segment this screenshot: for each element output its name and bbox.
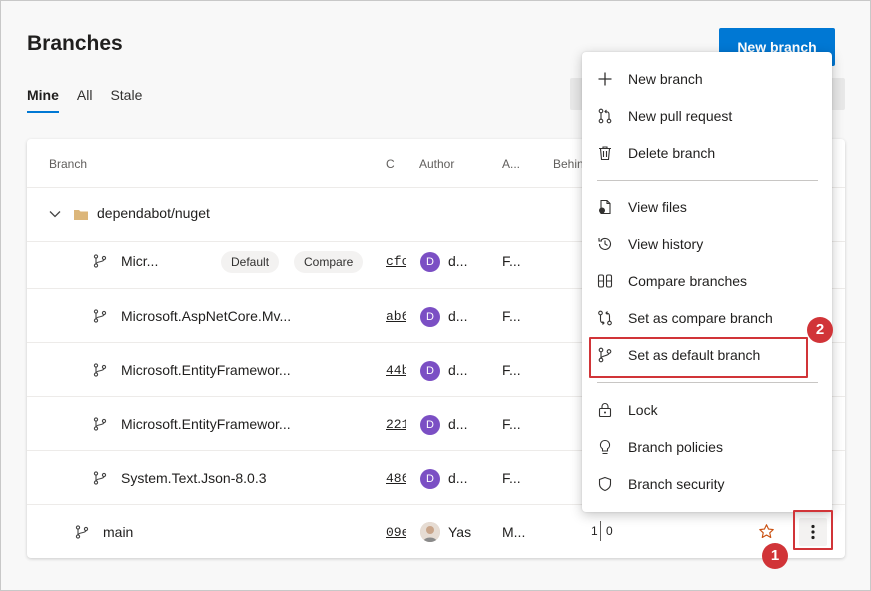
- branch-icon: [598, 347, 612, 363]
- author-name: d...: [448, 362, 468, 378]
- commit-link[interactable]: 44b: [386, 363, 406, 378]
- branch-name[interactable]: Microsoft.AspNetCore.Mv...: [121, 308, 291, 324]
- author-name: d...: [448, 308, 468, 324]
- more-vertical-icon: [811, 524, 815, 540]
- menu-item-view-files[interactable]: View files: [582, 189, 832, 225]
- commit-link[interactable]: 09e: [386, 525, 406, 540]
- ahead-count: 0: [606, 524, 613, 538]
- tab-stale[interactable]: Stale: [110, 87, 142, 113]
- authored-date: F...: [502, 470, 521, 486]
- branch-icon: [93, 471, 107, 485]
- menu-item-label: Branch policies: [628, 439, 723, 455]
- folder-name: dependabot/nuget: [97, 205, 210, 221]
- menu-item-label: Compare branches: [628, 273, 748, 289]
- behind-count: 1: [591, 524, 598, 538]
- menu-item-label: Lock: [628, 402, 658, 418]
- menu-item-label: View files: [628, 199, 687, 215]
- behind-ahead-divider: [600, 521, 601, 541]
- branch-icon: [93, 254, 107, 268]
- author-name: d...: [448, 470, 468, 486]
- avatar: D: [420, 252, 440, 272]
- header-author[interactable]: Author: [419, 157, 454, 171]
- step-badge-2: 2: [807, 317, 833, 343]
- plus-icon: [598, 72, 612, 86]
- author-name: d...: [448, 253, 468, 269]
- authored-date: M...: [502, 524, 526, 540]
- menu-divider: [597, 180, 818, 181]
- compare-icon: [597, 274, 613, 288]
- menu-item-label: View history: [628, 236, 704, 252]
- tab-bar: Mine All Stale: [27, 87, 142, 113]
- header-commit[interactable]: C: [386, 157, 395, 171]
- chevron-down-icon[interactable]: [48, 207, 62, 221]
- branch-icon: [75, 525, 89, 539]
- branch-icon: [93, 309, 107, 323]
- user-photo-icon: [420, 522, 440, 542]
- menu-item-new-pull-request[interactable]: New pull request: [582, 98, 832, 134]
- folder-icon: [74, 210, 88, 220]
- authored-date: F...: [502, 362, 521, 378]
- authored-date: F...: [502, 253, 521, 269]
- menu-item-view-history[interactable]: View history: [582, 226, 832, 262]
- menu-item-delete-branch[interactable]: Delete branch: [582, 135, 832, 171]
- menu-item-compare-branches[interactable]: Compare branches: [582, 263, 832, 299]
- avatar: [420, 522, 440, 542]
- menu-item-new-branch[interactable]: New branch: [582, 61, 832, 97]
- menu-item-set-compare-branch[interactable]: Set as compare branch: [582, 300, 832, 336]
- tab-all[interactable]: All: [77, 87, 93, 113]
- branch-name[interactable]: Microsoft.EntityFramewor...: [121, 362, 291, 378]
- menu-item-set-default-branch[interactable]: Set as default branch: [582, 337, 832, 373]
- lock-icon: [598, 403, 612, 418]
- authored-date: F...: [502, 416, 521, 432]
- menu-item-label: Branch security: [628, 476, 725, 492]
- pull-request-icon: [598, 108, 612, 124]
- branch-icon: [93, 363, 107, 377]
- menu-item-label: New pull request: [628, 108, 733, 124]
- branch-name[interactable]: System.Text.Json-8.0.3: [121, 470, 267, 486]
- trash-icon: [599, 146, 611, 161]
- header-branch[interactable]: Branch: [49, 157, 87, 171]
- menu-item-label: Delete branch: [628, 145, 716, 161]
- commit-link[interactable]: cfc: [386, 254, 406, 269]
- table-row-main[interactable]: main 09e Yas M... 1 0: [27, 505, 845, 559]
- menu-item-lock[interactable]: Lock: [582, 392, 832, 428]
- menu-item-label: Set as compare branch: [628, 310, 773, 326]
- branch-context-menu: New branch New pull request Delete branc…: [582, 52, 832, 512]
- compare-branch-icon: [598, 310, 612, 326]
- step-badge-1: 1: [762, 543, 788, 569]
- tab-mine[interactable]: Mine: [27, 87, 59, 113]
- menu-divider: [597, 382, 818, 383]
- avatar: D: [420, 469, 440, 489]
- author-name: d...: [448, 416, 468, 432]
- favorite-star-icon[interactable]: [758, 523, 775, 540]
- branch-icon: [93, 417, 107, 431]
- avatar: D: [420, 361, 440, 381]
- shield-icon: [598, 476, 612, 492]
- header-authored-date[interactable]: A...: [502, 157, 520, 171]
- author-name: Yas: [448, 524, 472, 540]
- file-icon: [599, 199, 611, 215]
- authored-date: F...: [502, 308, 521, 324]
- branch-name[interactable]: Microsoft.EntityFramewor...: [121, 416, 291, 432]
- menu-item-label: Set as default branch: [628, 347, 761, 363]
- compare-badge: Compare: [294, 251, 364, 273]
- more-actions-button[interactable]: [799, 518, 827, 546]
- page-title: Branches: [27, 32, 123, 55]
- menu-item-branch-policies[interactable]: Branch policies: [582, 429, 832, 465]
- commit-link[interactable]: 221: [386, 417, 406, 432]
- branch-name[interactable]: main: [103, 524, 133, 540]
- policy-icon: [599, 439, 611, 455]
- avatar: D: [420, 307, 440, 327]
- commit-link[interactable]: 486: [386, 471, 406, 486]
- commit-link[interactable]: ab6: [386, 309, 406, 324]
- default-badge: Default: [221, 251, 280, 273]
- history-icon: [598, 237, 612, 250]
- branch-name[interactable]: Micr...: [121, 253, 158, 269]
- menu-item-branch-security[interactable]: Branch security: [582, 466, 832, 502]
- menu-item-label: New branch: [628, 71, 703, 87]
- avatar: D: [420, 415, 440, 435]
